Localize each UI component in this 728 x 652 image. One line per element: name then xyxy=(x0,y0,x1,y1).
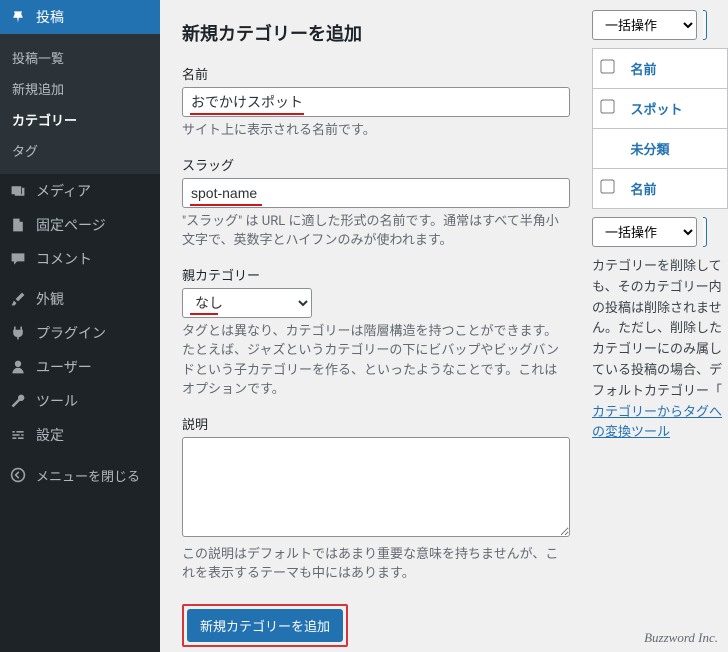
sidebar-settings[interactable]: 設定 xyxy=(0,418,160,452)
delete-note: カテゴリーを削除しても、そのカテゴリー内の投稿は削除されません。ただし、削除した… xyxy=(592,257,728,444)
sidebar-media-label: メディア xyxy=(36,181,91,201)
col-name-footer[interactable]: 名前 xyxy=(631,183,657,198)
sidebar-tools[interactable]: ツール xyxy=(0,384,160,418)
sidebar-plugins[interactable]: プラグイン xyxy=(0,316,160,350)
user-icon xyxy=(8,359,28,375)
sidebar-comments[interactable]: コメント xyxy=(0,242,160,276)
name-input[interactable] xyxy=(182,87,570,117)
admin-sidebar: 投稿 投稿一覧 新規追加 カテゴリー タグ メディア 固定ページ コメント 外観 xyxy=(0,0,160,652)
page-icon xyxy=(8,217,28,233)
parent-underline xyxy=(190,313,218,315)
delete-note-text: カテゴリーを削除しても、そのカテゴリー内の投稿は削除されません。ただし、削除した… xyxy=(592,259,722,399)
category-table: 名前 スポット 未分類 名前 xyxy=(592,48,728,209)
sidebar-posts[interactable]: 投稿 xyxy=(0,0,160,34)
wrench-icon xyxy=(8,393,28,409)
sidebar-pages-label: 固定ページ xyxy=(36,215,106,235)
sidebar-tools-label: ツール xyxy=(36,391,78,411)
comment-icon xyxy=(8,251,28,267)
apply-button-top[interactable] xyxy=(703,10,707,40)
submit-highlight: 新規カテゴリーを追加 xyxy=(182,604,348,647)
convert-tool-link[interactable]: カテゴリーからタグへの変換ツール xyxy=(592,405,722,441)
field-slug: スラッグ "スラッグ" は URL に適した形式の名前です。通常はすべて半角小文… xyxy=(182,155,570,251)
add-category-button[interactable]: 新規カテゴリーを追加 xyxy=(187,609,343,642)
collapse-icon xyxy=(8,467,28,483)
form-heading: 新規カテゴリーを追加 xyxy=(182,20,570,46)
field-name: 名前 サイト上に表示される名前です。 xyxy=(182,64,570,141)
desc-textarea[interactable] xyxy=(182,437,570,537)
parent-help: タグとは異なり、カテゴリーは階層構造を持つことができます。たとえば、ジャズという… xyxy=(182,322,570,400)
sidebar-appearance[interactable]: 外観 xyxy=(0,282,160,316)
sidebar-sub-tags[interactable]: タグ xyxy=(0,135,160,166)
field-parent: 親カテゴリー なし タグとは異なり、カテゴリーは階層構造を持つことができます。た… xyxy=(182,265,570,400)
brush-icon xyxy=(8,291,28,307)
row-checkbox[interactable] xyxy=(600,99,614,113)
sidebar-posts-submenu: 投稿一覧 新規追加 カテゴリー タグ xyxy=(0,34,160,174)
sidebar-sub-posts-new[interactable]: 新規追加 xyxy=(0,73,160,104)
sidebar-users[interactable]: ユーザー xyxy=(0,350,160,384)
footer-brand: Buzzword Inc. xyxy=(644,630,718,646)
sidebar-posts-label: 投稿 xyxy=(36,7,64,27)
sidebar-collapse[interactable]: メニューを閉じる xyxy=(0,458,160,492)
name-help: サイト上に表示される名前です。 xyxy=(182,121,570,141)
bulk-action-select-bottom[interactable]: 一括操作 xyxy=(592,217,697,247)
desc-label: 説明 xyxy=(182,414,570,433)
plug-icon xyxy=(8,325,28,341)
desc-help: この説明はデフォルトではあまり重要な意味を持ちませんが、これを表示するテーマも中… xyxy=(182,545,570,584)
select-all-bottom[interactable] xyxy=(600,179,614,193)
sidebar-sub-categories[interactable]: カテゴリー xyxy=(0,104,160,135)
sidebar-sub-posts-list[interactable]: 投稿一覧 xyxy=(0,42,160,73)
table-row: 未分類 xyxy=(593,129,728,169)
slug-input[interactable] xyxy=(182,178,570,208)
parent-label: 親カテゴリー xyxy=(182,265,570,284)
bulk-action-select-top[interactable]: 一括操作 xyxy=(592,10,697,40)
sliders-icon xyxy=(8,427,28,443)
row-link-spot[interactable]: スポット xyxy=(631,103,683,118)
sidebar-users-label: ユーザー xyxy=(36,357,92,377)
name-label: 名前 xyxy=(182,64,570,83)
slug-label: スラッグ xyxy=(182,155,570,174)
field-description: 説明 この説明はデフォルトではあまり重要な意味を持ちませんが、これを表示するテー… xyxy=(182,414,570,584)
bulk-actions-top: 一括操作 xyxy=(592,10,728,40)
category-list-panel: 一括操作 名前 スポット xyxy=(580,10,728,444)
bulk-actions-bottom: 一括操作 xyxy=(592,217,728,247)
sidebar-media[interactable]: メディア xyxy=(0,174,160,208)
media-icon xyxy=(8,183,28,199)
pin-icon xyxy=(8,9,28,25)
sidebar-comments-label: コメント xyxy=(36,249,92,269)
sidebar-pages[interactable]: 固定ページ xyxy=(0,208,160,242)
apply-button-bottom[interactable] xyxy=(703,217,707,247)
main-content: 新規カテゴリーを追加 名前 サイト上に表示される名前です。 スラッグ "スラッグ… xyxy=(160,0,728,652)
sidebar-collapse-label: メニューを閉じる xyxy=(36,466,140,485)
table-row: スポット xyxy=(593,89,728,129)
col-name-header[interactable]: 名前 xyxy=(631,63,657,78)
slug-help: "スラッグ" は URL に適した形式の名前です。通常はすべて半角小文字で、英数… xyxy=(182,212,570,251)
sidebar-plugins-label: プラグイン xyxy=(36,323,106,343)
sidebar-appearance-label: 外観 xyxy=(36,289,64,309)
sidebar-settings-label: 設定 xyxy=(36,425,64,445)
select-all-top[interactable] xyxy=(600,59,614,73)
row-link-uncat[interactable]: 未分類 xyxy=(631,143,670,158)
add-category-form: 新規カテゴリーを追加 名前 サイト上に表示される名前です。 スラッグ "スラッグ… xyxy=(160,10,580,647)
